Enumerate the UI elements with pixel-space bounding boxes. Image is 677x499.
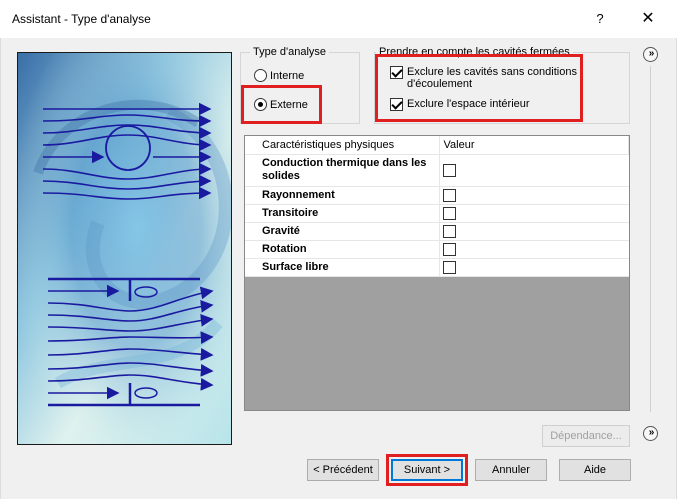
radiation-checkbox[interactable] xyxy=(442,188,456,202)
exclude-cavities-box[interactable] xyxy=(390,66,403,79)
rotation-checkbox[interactable] xyxy=(442,242,456,256)
row-label-rotation: Rotation xyxy=(245,240,440,259)
row-value-transient[interactable] xyxy=(439,204,629,223)
row-label-gravity: Gravité xyxy=(245,222,440,241)
row-label-free-surface: Surface libre xyxy=(245,258,440,277)
help-title-button[interactable]: ? xyxy=(582,4,618,34)
dependency-button[interactable]: Dépendance... xyxy=(542,425,630,447)
exclude-cavities-checkbox[interactable]: Exclure les cavités sans conditions d'éc… xyxy=(390,66,580,90)
physical-features-table: Caractéristiques physiques Valeur Conduc… xyxy=(244,135,630,411)
radio-internal-circle[interactable] xyxy=(254,69,267,82)
table-row: Rayonnement xyxy=(245,186,629,205)
exclude-interior-label: Exclure l'espace intérieur xyxy=(407,98,530,110)
flow-illustration-graphic xyxy=(18,53,231,444)
row-label-conduction: Conduction thermique dans les solides xyxy=(245,154,440,187)
row-value-free-surface[interactable] xyxy=(439,258,629,277)
side-scroll-track xyxy=(650,66,651,412)
radio-internal[interactable]: Interne xyxy=(254,69,304,82)
exclude-interior-checkbox[interactable]: Exclure l'espace intérieur xyxy=(390,98,580,111)
table-row: Surface libre xyxy=(245,258,629,277)
exclude-interior-box[interactable] xyxy=(390,98,403,111)
table-header-row: Caractéristiques physiques Valeur xyxy=(245,136,629,155)
analysis-type-group-label: Type d'analyse xyxy=(250,46,330,58)
table-row: Transitoire xyxy=(245,204,629,223)
gravity-checkbox[interactable] xyxy=(442,224,456,238)
expand-top-icon[interactable]: » xyxy=(643,47,658,62)
transient-checkbox[interactable] xyxy=(442,206,456,220)
help-button[interactable]: Aide xyxy=(559,459,631,481)
closed-cavities-group-label: Prendre en compte les cavités fermées xyxy=(376,46,573,58)
window-title: Assistant - Type d'analyse xyxy=(12,12,151,26)
flow-illustration xyxy=(17,52,232,445)
conduction-checkbox[interactable] xyxy=(442,163,456,177)
radio-external[interactable]: Externe xyxy=(254,98,308,111)
table-row: Rotation xyxy=(245,240,629,259)
analysis-type-group xyxy=(240,52,360,124)
next-button[interactable]: Suivant > xyxy=(391,459,463,481)
row-value-conduction[interactable] xyxy=(439,154,629,187)
radio-external-label: Externe xyxy=(270,98,308,111)
table-row: Conduction thermique dans les solides xyxy=(245,154,629,187)
exclude-cavities-label: Exclure les cavités sans conditions d'éc… xyxy=(407,66,577,90)
row-value-gravity[interactable] xyxy=(439,222,629,241)
row-value-rotation[interactable] xyxy=(439,240,629,259)
free-surface-checkbox[interactable] xyxy=(442,260,456,274)
radio-external-circle[interactable] xyxy=(254,98,267,111)
close-button[interactable]: ✕ xyxy=(628,4,668,34)
header-value: Valeur xyxy=(439,136,629,155)
row-label-transient: Transitoire xyxy=(245,204,440,223)
row-label-radiation: Rayonnement xyxy=(245,186,440,205)
table-row: Gravité xyxy=(245,222,629,241)
title-bar: Assistant - Type d'analyse ? ✕ xyxy=(0,0,677,38)
cancel-button[interactable]: Annuler xyxy=(475,459,547,481)
row-value-radiation[interactable] xyxy=(439,186,629,205)
expand-bottom-icon[interactable]: » xyxy=(643,426,658,441)
header-features: Caractéristiques physiques xyxy=(245,136,440,155)
radio-internal-label: Interne xyxy=(270,69,305,82)
previous-button[interactable]: < Précédent xyxy=(307,459,379,481)
